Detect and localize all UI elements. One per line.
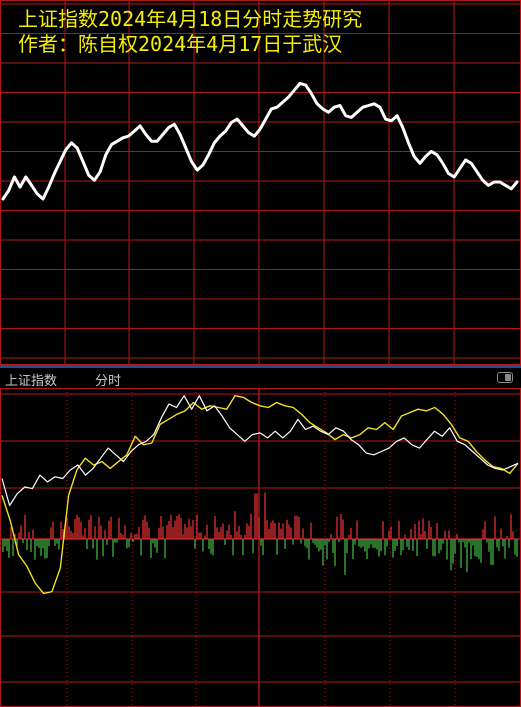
index-name-label[interactable]: 上证指数	[5, 370, 57, 389]
panel-toggle-icon[interactable]	[497, 372, 513, 383]
forecast-line	[1, 81, 519, 201]
intraday-toolbar: 上证指数 分时	[0, 368, 521, 389]
toggle-knob	[505, 374, 511, 381]
average-price-line	[1, 394, 519, 595]
chart-mode-label[interactable]: 分时	[95, 370, 121, 389]
intraday-chart	[0, 388, 521, 707]
chart-title-line2: 作者：陈自权2024年4月17日于武汉	[18, 32, 343, 56]
chart-title-line1: 上证指数2024年4月18日分时走势研究	[18, 7, 363, 31]
